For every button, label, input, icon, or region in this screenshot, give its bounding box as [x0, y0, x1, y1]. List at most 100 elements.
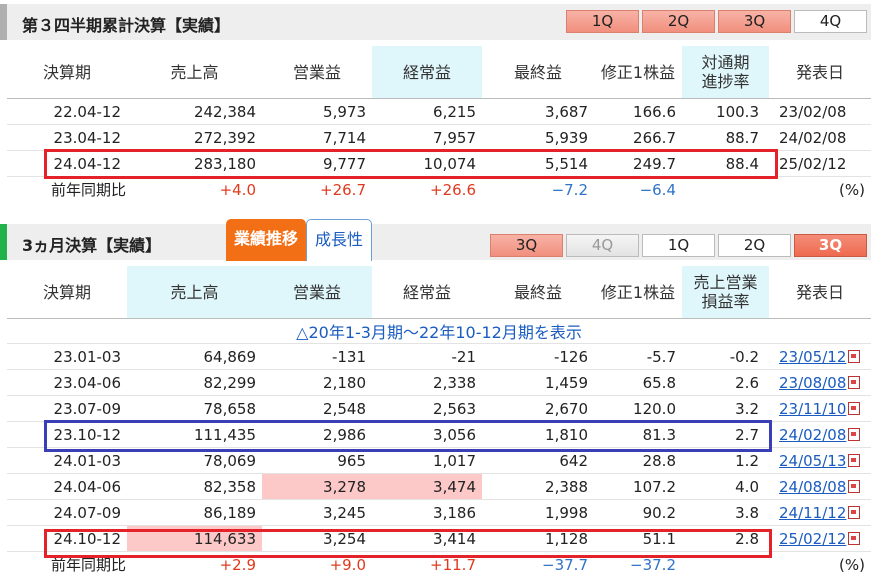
col-date: 発表日	[769, 46, 871, 99]
cell-sales: 242,384	[127, 98, 262, 125]
cell-period: 23.01-03	[7, 343, 127, 370]
cell-date: 23/08/08	[769, 369, 871, 396]
table-row: 23.01-03 64,869 -131 -21 -126 -5.7 -0.2 …	[7, 343, 871, 370]
tab-4q[interactable]: 4Q	[794, 10, 867, 33]
date-link[interactable]: 23/08/08	[779, 374, 846, 392]
cell-period: 23.10-12	[7, 421, 127, 448]
cell-eps: 249.7	[594, 150, 682, 177]
cell-eps: 120.0	[594, 395, 682, 422]
tab-growth[interactable]: 成長性	[306, 219, 373, 261]
pdf-icon[interactable]	[848, 505, 861, 519]
cell-sales: 114,633	[127, 525, 262, 552]
cell-period: 22.04-12	[7, 98, 127, 125]
cell-date: 24/02/08	[769, 124, 871, 151]
cell-net: 1,459	[482, 369, 594, 396]
cell-sales: 78,658	[127, 395, 262, 422]
col-operating: 営業益	[262, 46, 372, 99]
table-row: 23.04-06 82,299 2,180 2,338 1,459 65.8 2…	[7, 369, 871, 396]
cell-eps: 51.1	[594, 525, 682, 552]
pdf-icon[interactable]	[848, 479, 861, 493]
pdf-icon[interactable]	[848, 401, 861, 415]
cell-eps: 90.2	[594, 499, 682, 526]
date-link[interactable]: 24/02/08	[779, 426, 846, 444]
date-link[interactable]: 23/11/10	[779, 400, 846, 418]
date-link[interactable]: 24/08/08	[779, 478, 846, 496]
cell-date: 23/02/08	[769, 98, 871, 125]
date-link[interactable]: 24/11/12	[779, 504, 846, 522]
cell-rate: 2.6	[682, 369, 769, 396]
pdf-icon[interactable]	[848, 531, 861, 545]
cell-eps: 107.2	[594, 473, 682, 500]
cell-date: 24/08/08	[769, 473, 871, 500]
cell-eps: 28.8	[594, 447, 682, 474]
cell-date: 25/02/12	[769, 150, 871, 177]
yoy-unit: (%)	[839, 555, 865, 574]
cell-rate: 3.2	[682, 395, 769, 422]
table-row: 23.10-12 111,435 2,986 3,056 1,810 81.3 …	[7, 421, 871, 448]
cell-eps: 266.7	[594, 124, 682, 151]
tab-performance[interactable]: 業績推移	[226, 219, 307, 261]
cell-date: 24/05/13	[769, 447, 871, 474]
col-progress-label-1: 対通期	[701, 53, 750, 72]
yoy-net: −7.2	[551, 180, 588, 199]
cell-ordinary: 2,563	[372, 395, 482, 422]
tab-3q-prev[interactable]: 3Q	[490, 234, 563, 257]
tab-1q[interactable]: 1Q	[566, 10, 639, 33]
tab-2q[interactable]: 2Q	[718, 234, 791, 257]
cell-ordinary: 10,074	[372, 150, 482, 177]
cell-ordinary: 1,017	[372, 447, 482, 474]
cell-operating: 2,986	[262, 421, 372, 448]
cell-net: 5,939	[482, 124, 594, 151]
cell-sales: 283,180	[127, 150, 262, 177]
cell-eps: -5.7	[594, 343, 682, 370]
cell-eps: 81.3	[594, 421, 682, 448]
section2-table: 決算期 売上高 営業益 経常益 最終益 修正1株益 売上営業 損益率 発表日 △2…	[7, 266, 871, 577]
yoy-eps: −6.4	[639, 180, 676, 199]
cell-sales: 272,392	[127, 124, 262, 151]
yoy-label: 前年同期比	[51, 556, 127, 574]
tab-3q[interactable]: 3Q	[794, 234, 867, 257]
col-eps: 修正1株益	[594, 46, 682, 99]
yoy-operating: +9.0	[329, 555, 366, 574]
table-row: 23.07-09 78,658 2,548 2,563 2,670 120.0 …	[7, 395, 871, 422]
col-margin-label-1: 売上営業	[693, 273, 758, 292]
cell-period: 24.04-06	[7, 473, 127, 500]
yoy-net: −37.7	[542, 555, 588, 574]
section2-accent-bar	[0, 224, 7, 260]
pdf-icon[interactable]	[848, 453, 861, 467]
tab-1q[interactable]: 1Q	[642, 234, 715, 257]
cell-rate: 1.2	[682, 447, 769, 474]
date-link[interactable]: 23/05/12	[779, 348, 846, 366]
yoy-row: 前年同期比 +4.0 +26.7 +26.6 −7.2 −6.4 (%)	[7, 177, 871, 203]
cell-rate: 3.8	[682, 499, 769, 526]
show-older-link[interactable]: △20年1-3月期～22年10-12月期を表示	[7, 318, 871, 344]
tab-2q[interactable]: 2Q	[642, 10, 715, 33]
col-period: 決算期	[7, 46, 127, 99]
cell-date: 24/02/08	[769, 421, 871, 448]
pdf-icon[interactable]	[848, 427, 861, 441]
cell-date: 23/11/10	[769, 395, 871, 422]
date-link[interactable]: 25/02/12	[779, 530, 846, 548]
yoy-label: 前年同期比	[51, 181, 127, 199]
cell-period: 24.07-09	[7, 499, 127, 526]
cell-sales: 82,299	[127, 369, 262, 396]
col-net: 最終益	[482, 266, 594, 319]
yoy-sales: +2.9	[219, 555, 256, 574]
cell-net: 642	[482, 447, 594, 474]
cell-ordinary: 3,186	[372, 499, 482, 526]
tab-3q[interactable]: 3Q	[718, 10, 791, 33]
col-operating: 営業益	[262, 266, 372, 319]
cell-operating: 3,254	[262, 525, 372, 552]
table-row: 22.04-12 242,384 5,973 6,215 3,687 166.6…	[7, 98, 871, 125]
date-link[interactable]: 24/05/13	[779, 452, 846, 470]
pdf-icon[interactable]	[848, 375, 861, 389]
cell-ordinary: 3,414	[372, 525, 482, 552]
tab-4q[interactable]: 4Q	[566, 234, 639, 257]
col-date: 発表日	[769, 266, 871, 319]
cell-date: 24/11/12	[769, 499, 871, 526]
cell-operating: -131	[262, 343, 372, 370]
cell-operating: 965	[262, 447, 372, 474]
cell-eps: 166.6	[594, 98, 682, 125]
col-margin-label-2: 損益率	[701, 292, 750, 311]
pdf-icon[interactable]	[848, 349, 861, 363]
